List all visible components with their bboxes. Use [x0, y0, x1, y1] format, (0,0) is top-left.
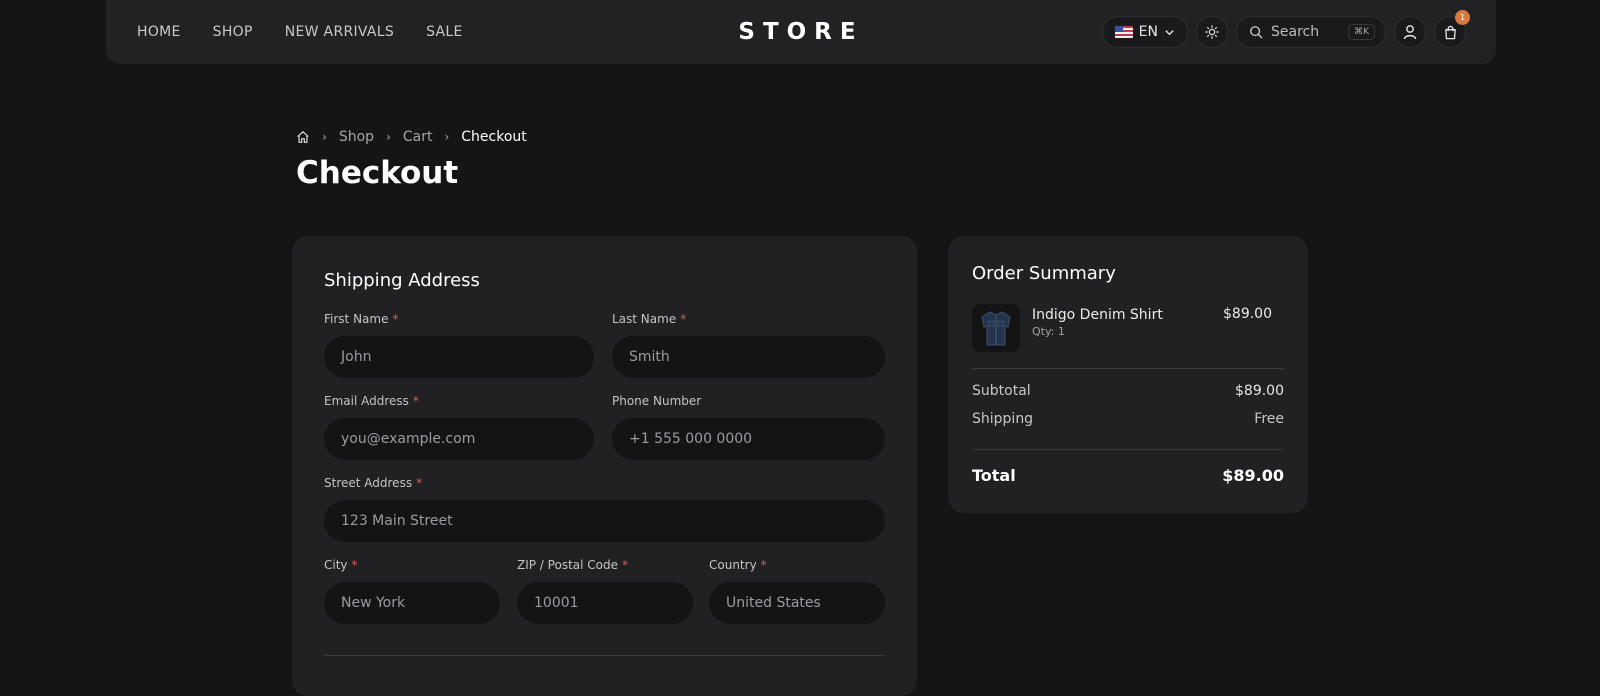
- subtotal-value: $89.00: [1235, 383, 1284, 399]
- total-row: Total $89.00: [972, 466, 1284, 485]
- city-label: City: [324, 558, 348, 572]
- subtotal-label: Subtotal: [972, 383, 1031, 399]
- nav-actions: EN Search ⌘K 1: [1101, 10, 1470, 48]
- search-label: Search: [1271, 24, 1320, 40]
- chevron-right-icon: ›: [386, 130, 391, 144]
- language-label: EN: [1138, 24, 1158, 40]
- street-address-field: Street Address * 123 Main Street: [324, 476, 885, 542]
- language-selector[interactable]: EN: [1101, 16, 1188, 48]
- cart-count-badge: 1: [1455, 10, 1470, 25]
- country-label: Country: [709, 558, 757, 572]
- first-name-input[interactable]: John: [324, 336, 594, 378]
- shirt-image: [981, 311, 1011, 346]
- required-mark: *: [392, 312, 399, 326]
- required-mark: *: [416, 476, 423, 490]
- shipping-row: Shipping Free: [972, 411, 1284, 427]
- email-input[interactable]: you@example.com: [324, 418, 594, 460]
- user-icon: [1403, 25, 1417, 40]
- last-name-label: Last Name: [612, 312, 677, 326]
- search-shortcut: ⌘K: [1348, 24, 1375, 40]
- last-name-field: Last Name * Smith: [612, 312, 885, 378]
- item-quantity: Qty: 1: [1032, 325, 1065, 338]
- shopping-bag-icon: [1444, 25, 1456, 39]
- country-field: Country * United States: [709, 558, 885, 624]
- shipping-cost-value: Free: [1254, 411, 1284, 427]
- product-thumbnail: [972, 304, 1020, 352]
- required-mark: *: [351, 558, 358, 572]
- city-input[interactable]: New York: [324, 582, 500, 624]
- us-flag-icon: [1114, 26, 1133, 38]
- required-mark: *: [680, 312, 687, 326]
- account-button[interactable]: [1394, 16, 1426, 48]
- shipping-cost-label: Shipping: [972, 411, 1034, 427]
- order-summary-card: Order Summary Indigo Denim Shirt Qty: 1 …: [948, 236, 1308, 513]
- theme-toggle-button[interactable]: [1196, 16, 1228, 48]
- summary-divider: [972, 449, 1284, 450]
- street-address-label: Street Address: [324, 476, 413, 490]
- required-mark: *: [622, 558, 628, 572]
- first-name-field: First Name * John: [324, 312, 594, 378]
- chevron-right-icon: ›: [444, 130, 450, 144]
- breadcrumb-cart-link[interactable]: Cart: [403, 129, 433, 145]
- summary-divider: [972, 368, 1284, 369]
- first-name-label: First Name: [324, 312, 389, 326]
- cart-wrapper: 1: [1434, 10, 1470, 48]
- city-field: City * New York: [324, 558, 500, 624]
- email-label: Email Address: [324, 394, 409, 408]
- zip-label: ZIP / Postal Code: [517, 558, 618, 572]
- required-mark: *: [412, 394, 419, 408]
- shipping-address-title: Shipping Address: [324, 270, 480, 291]
- country-input[interactable]: United States: [709, 582, 885, 624]
- home-icon[interactable]: [296, 130, 310, 144]
- chevron-right-icon: ›: [322, 130, 327, 144]
- phone-input[interactable]: +1 555 000 0000: [612, 418, 885, 460]
- search-button[interactable]: Search ⌘K: [1236, 16, 1386, 48]
- shipping-address-card: Shipping Address First Name * John Last N…: [292, 236, 917, 696]
- required-mark: *: [760, 558, 767, 572]
- section-divider: [324, 655, 885, 656]
- zip-field: ZIP / Postal Code * 10001: [517, 558, 693, 624]
- zip-input[interactable]: 10001: [517, 582, 693, 624]
- page-title: Checkout: [296, 155, 459, 191]
- chevron-down-icon: [1165, 29, 1174, 35]
- breadcrumb-current: Checkout: [461, 129, 527, 145]
- subtotal-row: Subtotal $89.00: [972, 383, 1284, 399]
- street-address-input[interactable]: 123 Main Street: [324, 500, 885, 542]
- sun-icon: [1205, 25, 1219, 39]
- top-navbar: HOME SHOP NEW ARRIVALS SALE STORE EN Sea…: [106, 0, 1496, 64]
- phone-label: Phone Number: [612, 394, 702, 408]
- breadcrumb-shop-link[interactable]: Shop: [339, 129, 374, 145]
- order-summary-title: Order Summary: [972, 263, 1116, 284]
- total-value: $89.00: [1222, 466, 1284, 485]
- last-name-input[interactable]: Smith: [612, 336, 885, 378]
- item-name: Indigo Denim Shirt: [1032, 307, 1163, 323]
- email-field: Email Address * you@example.com: [324, 394, 594, 460]
- item-price: $89.00: [1223, 306, 1272, 322]
- search-icon: [1250, 26, 1263, 39]
- breadcrumb: › Shop › Cart › Checkout: [296, 129, 527, 145]
- total-label: Total: [972, 466, 1016, 485]
- phone-field: Phone Number +1 555 000 0000: [612, 394, 885, 460]
